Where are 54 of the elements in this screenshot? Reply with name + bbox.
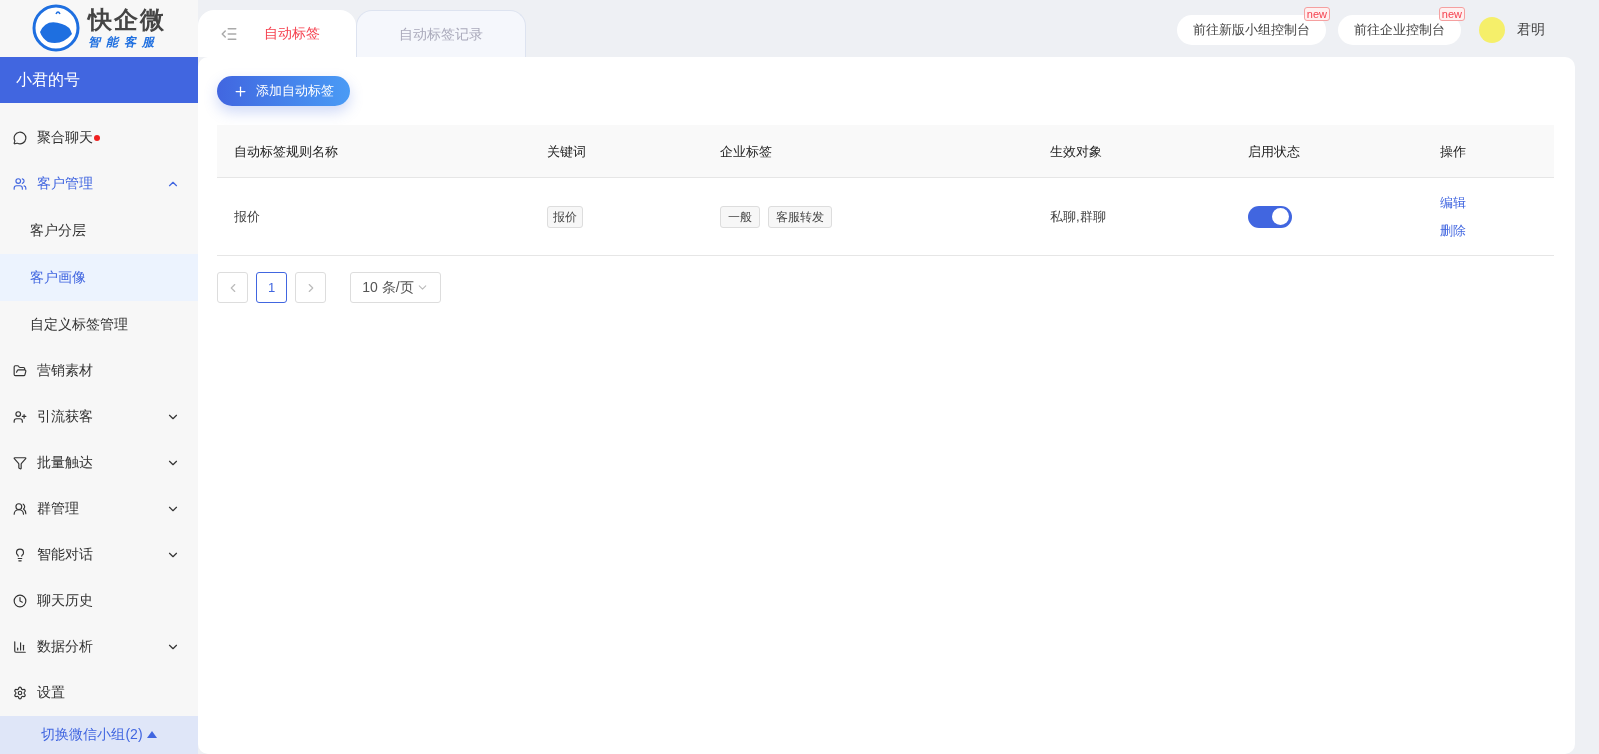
sidebar-item[interactable]: 聚合聊天 <box>0 114 198 161</box>
column-header: 操作 <box>1440 144 1466 159</box>
keyword-tag: 报价 <box>547 205 583 228</box>
sidebar-item[interactable]: 客户管理 <box>0 160 198 207</box>
sidebar-item[interactable]: 数据分析 <box>0 623 198 670</box>
gear-icon <box>13 685 27 700</box>
triangle-up-icon <box>146 731 157 739</box>
sidebar-item[interactable]: 聊天历史 <box>0 577 198 624</box>
column-header: 启用状态 <box>1248 144 1300 159</box>
user-plus-icon <box>13 409 27 424</box>
page-size-select[interactable]: 10 条/页 <box>350 272 441 303</box>
tag-chip: 客服转发 <box>768 205 832 228</box>
sidebar-item[interactable]: 营销素材 <box>0 347 198 394</box>
funnel-icon <box>13 455 27 470</box>
bar-chart-icon <box>13 639 27 654</box>
tab[interactable]: 自动标签 <box>264 23 320 44</box>
sidebar-subitem[interactable]: 自定义标签管理 <box>0 300 198 348</box>
sidebar-item[interactable]: 群管理 <box>0 485 198 532</box>
sidebar-item[interactable]: 设置 <box>0 669 198 716</box>
sidebar-item[interactable]: 批量触达 <box>0 439 198 486</box>
sidebar-subitem[interactable]: 客户画像 <box>0 253 198 301</box>
page-button[interactable]: 1 <box>256 272 287 303</box>
folder-icon <box>13 363 27 378</box>
table-cell: 私聊,群聊 <box>1050 208 1106 224</box>
column-header: 自动标签规则名称 <box>234 144 338 159</box>
column-header: 生效对象 <box>1050 144 1102 159</box>
sidebar-subitem[interactable]: 客户分层 <box>0 206 198 254</box>
clock-icon <box>13 593 27 608</box>
logo-subtitle: 智能客服 <box>88 36 161 49</box>
column-header: 企业标签 <box>720 144 772 159</box>
avatar[interactable] <box>1479 16 1505 43</box>
add-auto-tag-button[interactable]: 添加自动标签 <box>217 76 350 106</box>
user-name: 君明 <box>1517 20 1545 39</box>
sidebar-item[interactable]: 引流获客 <box>0 393 198 440</box>
whale-logo-icon <box>32 4 80 53</box>
action-link[interactable]: 删除 <box>1440 220 1554 240</box>
new-badge: new <box>1303 6 1330 21</box>
group-switch-button[interactable]: 切换微信小组(2) <box>0 715 198 754</box>
previous-page-button[interactable] <box>217 272 248 303</box>
new-badge: new <box>1438 6 1465 21</box>
account-header: 小君的号 <box>0 56 198 103</box>
action-link[interactable]: 编辑 <box>1440 193 1554 213</box>
people-icon <box>13 501 27 516</box>
plus-icon <box>233 83 248 99</box>
next-page-button[interactable] <box>295 272 326 303</box>
chat-bubbles-icon <box>13 130 27 145</box>
sidebar-item[interactable]: 智能对话 <box>0 531 198 578</box>
lightbulb-icon <box>13 547 27 562</box>
tag-chip: 一般 <box>720 205 760 228</box>
column-header: 关键词 <box>547 144 586 159</box>
logo-title: 快企微 <box>88 8 166 33</box>
table-cell: 报价 <box>234 208 260 224</box>
toggle-switch[interactable] <box>1248 205 1292 228</box>
person-icon <box>13 176 27 191</box>
